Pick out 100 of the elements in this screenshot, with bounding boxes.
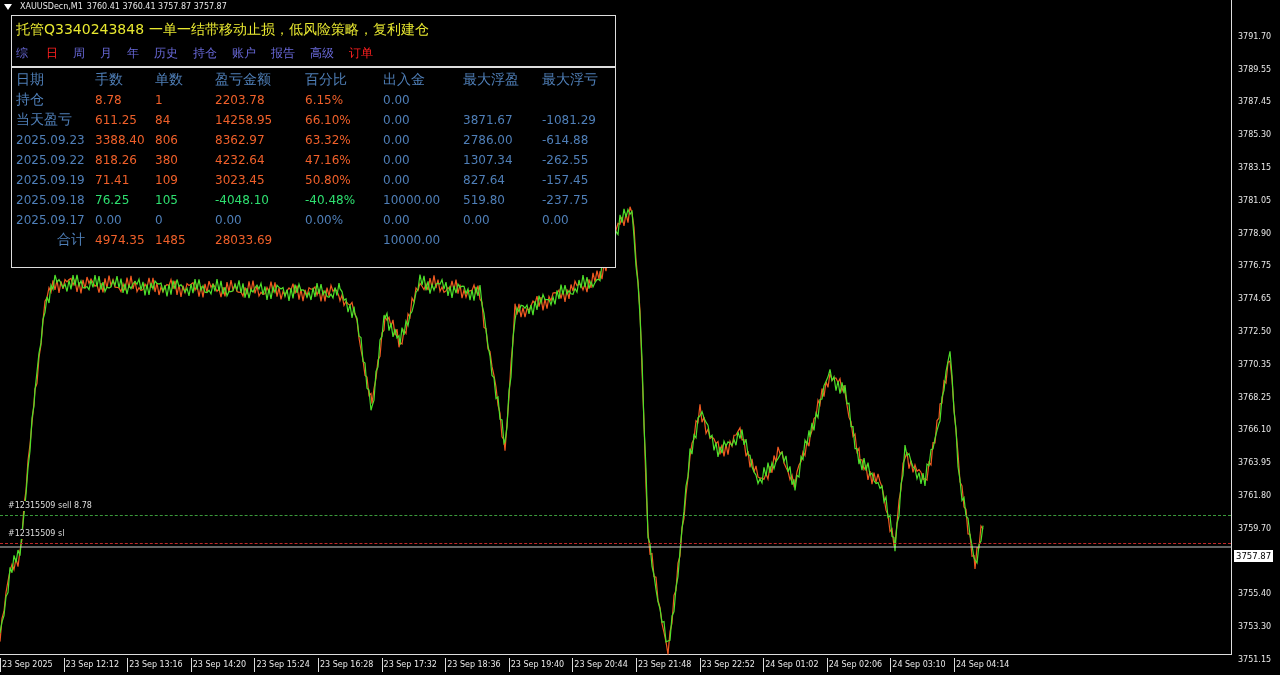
panel-tab[interactable]: 月 (100, 44, 112, 62)
panel-tab[interactable]: 周 (73, 44, 85, 62)
time-axis-label: 23 Sep 17:32 (381, 658, 446, 672)
panel-tab[interactable]: 年 (127, 44, 139, 62)
panel-tab[interactable]: 历史 (154, 44, 178, 62)
time-axis-label: 23 Sep 13:16 (127, 658, 191, 672)
table-cell-text: 63.32% (305, 133, 352, 147)
row-label: 2025.09.23 (16, 133, 86, 147)
table-cell-text: 50.80% (305, 173, 352, 187)
time-axis-label: 23 Sep 21:48 (635, 658, 700, 672)
table-cell-text: 3388.40 (95, 133, 146, 147)
time-axis-label: 23 Sep 2025 (0, 658, 64, 672)
table-cell-text: -1081.29 (542, 113, 597, 127)
table-cell-text: 3871.67 (463, 113, 514, 127)
price-axis-label: 3789.55 (1237, 64, 1272, 74)
table-cell-text: -157.45 (542, 173, 590, 187)
column-header: 最大浮盈 (463, 71, 520, 89)
table-cell-text: 6.15% (305, 93, 345, 107)
table-cell-text: 8.78 (95, 93, 123, 107)
time-axis-label: 24 Sep 01:02 (763, 658, 827, 672)
price-axis-label: 3761.80 (1237, 491, 1272, 501)
price-axis-label: 3770.35 (1237, 359, 1272, 369)
table-cell-text: -40.48% (305, 193, 357, 207)
table-cell-text: 380 (155, 153, 179, 167)
table-cell-text: 0 (155, 213, 164, 227)
panel-tab[interactable]: 高级 (310, 44, 334, 62)
price-axis-label: 3778.90 (1237, 228, 1272, 238)
panel-tab[interactable]: 持仓 (193, 44, 217, 62)
time-axis-label: 23 Sep 22:52 (699, 658, 764, 672)
row-label: 持仓 (16, 91, 45, 109)
time-axis-label: 23 Sep 18:36 (445, 658, 509, 672)
column-header: 单数 (155, 71, 184, 89)
table-cell-text: 818.26 (95, 153, 138, 167)
table-cell-text: 0.00 (383, 153, 411, 167)
table-cell-text: 2203.78 (215, 93, 266, 107)
dropdown-triangle-icon[interactable] (4, 3, 12, 10)
panel-tab[interactable]: 订单 (349, 44, 373, 62)
table-cell-text: 519.80 (463, 193, 506, 207)
price-axis-label: 3774.65 (1237, 294, 1272, 304)
time-axis-label: 23 Sep 16:28 (317, 658, 382, 672)
order-level-line[interactable] (0, 515, 1231, 516)
price-axis-label: 3787.45 (1237, 97, 1272, 107)
table-cell-text: 0.00 (95, 213, 123, 227)
price-axis-label: 3766.10 (1237, 425, 1272, 435)
table-cell-text: 1485 (155, 233, 187, 247)
table-cell-text: 0.00 (463, 213, 491, 227)
time-axis-label: 23 Sep 14:20 (190, 658, 255, 672)
table-cell-text: 0.00 (383, 133, 411, 147)
price-axis-label: 3772.50 (1237, 327, 1272, 337)
table-cell-text: 0.00 (383, 93, 411, 107)
row-label: 当天盈亏 (16, 111, 73, 129)
current-price-label: 3757.87 (1234, 550, 1274, 563)
time-axis-label: 23 Sep 15:24 (254, 658, 318, 672)
price-axis-label: 3785.30 (1237, 130, 1272, 140)
price-axis-label: 3753.30 (1237, 622, 1272, 632)
table-cell-text: 84 (155, 113, 172, 127)
table-cell-text: 10000.00 (383, 193, 442, 207)
order-line-label: #12315509 sell 8.78 (7, 501, 93, 511)
panel-tab[interactable]: 账户 (232, 44, 256, 62)
table-cell-text: 76.25 (95, 193, 131, 207)
table-cell-text: 105 (155, 193, 179, 207)
column-header: 出入金 (383, 71, 426, 89)
table-cell-text: 47.16% (305, 153, 352, 167)
order-level-line[interactable] (0, 543, 1231, 544)
table-cell-text: 1 (155, 93, 164, 107)
chart-quotes: 3760.41 3760.41 3757.87 3757.87 (86, 2, 227, 11)
row-label: 2025.09.18 (16, 193, 86, 207)
column-header: 最大浮亏 (542, 71, 599, 89)
table-cell-text: 3023.45 (215, 173, 266, 187)
price-axis-label: 3791.70 (1237, 31, 1272, 41)
table-cell-text: 0.00 (542, 213, 570, 227)
time-axis-label: 24 Sep 02:06 (826, 658, 891, 672)
table-cell-text: 2786.00 (463, 133, 514, 147)
table-cell-text: 1307.34 (463, 153, 514, 167)
price-axis-label: 3751.15 (1237, 655, 1272, 665)
table-cell-text: 28033.69 (215, 233, 274, 247)
row-label: 2025.09.22 (16, 153, 86, 167)
chart-symbol: XAUUSDecn,M1 (20, 2, 83, 11)
column-header: 手数 (95, 71, 124, 89)
table-cell-text: 611.25 (95, 113, 138, 127)
price-axis-label: 3763.95 (1237, 458, 1272, 468)
row-label: 合计 (56, 231, 86, 249)
panel-title: 托管Q3340243848 一单一结带移动止损，低风险策略，复利建仓 (16, 20, 430, 39)
order-line-label: #12315509 sl (7, 529, 66, 539)
panel-tab[interactable]: 日 (46, 44, 58, 62)
table-cell-text: 4974.35 (95, 233, 146, 247)
table-cell-text: 14258.95 (215, 113, 274, 127)
table-cell-text: 10000.00 (383, 233, 442, 247)
panel-tab[interactable]: 报告 (271, 44, 295, 62)
panel-tab[interactable]: 综 (16, 44, 28, 62)
table-cell-text: 8362.97 (215, 133, 266, 147)
time-axis-label: 23 Sep 19:40 (508, 658, 573, 672)
price-axis-label: 3755.40 (1237, 589, 1272, 599)
table-cell-text: 0.00 (215, 213, 243, 227)
table-cell-text: 71.41 (95, 173, 131, 187)
time-axis-label: 24 Sep 04:14 (953, 658, 1018, 672)
column-header: 盈亏金额 (215, 71, 272, 89)
table-cell-text: 806 (155, 133, 179, 147)
column-header: 百分比 (305, 71, 348, 89)
table-cell-text: -237.75 (542, 193, 590, 207)
